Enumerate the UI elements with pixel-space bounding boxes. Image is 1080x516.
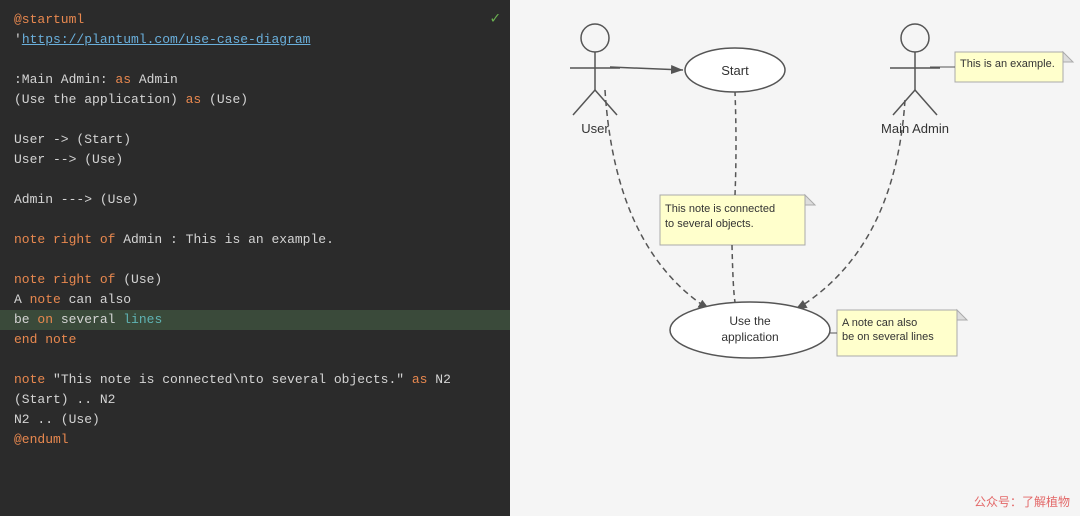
code-line [14, 210, 496, 230]
user-label: User [581, 121, 609, 136]
diagram-panel: User Main Admin Start Use (dashed, curve… [510, 0, 1080, 516]
code-line [14, 110, 496, 130]
code-editor[interactable]: ✓ @startuml'https://plantuml.com/use-cas… [0, 0, 510, 516]
code-line: @startuml [14, 10, 496, 30]
code-line: @enduml [14, 430, 496, 450]
check-icon: ✓ [490, 8, 500, 28]
code-line [14, 50, 496, 70]
code-line [14, 170, 496, 190]
code-content: @startuml'https://plantuml.com/use-case-… [14, 10, 496, 450]
code-line: :Main Admin: as Admin [14, 70, 496, 90]
code-line: A note can also [14, 290, 496, 310]
use-label-2: application [721, 330, 778, 344]
code-line: N2 .. (Use) [14, 410, 496, 430]
code-line: Admin ---> (Use) [14, 190, 496, 210]
note2-text-1: This note is connected [665, 203, 775, 215]
note3-text-2: be on several lines [842, 331, 934, 343]
note3-text-1: A note can also [842, 317, 917, 329]
code-line: note right of (Use) [14, 270, 496, 290]
code-line: User -> (Start) [14, 130, 496, 150]
admin-label: Main Admin [881, 121, 949, 136]
code-line: end note [14, 330, 496, 350]
watermark: 公众号：了解植物 [974, 493, 1070, 510]
use-label-1: Use the [729, 314, 771, 328]
code-line: be on several lines [0, 310, 510, 330]
note1-text: This is an example. [960, 58, 1055, 70]
start-label: Start [721, 63, 749, 78]
code-line [14, 250, 496, 270]
code-line: User --> (Use) [14, 150, 496, 170]
code-line: note right of Admin : This is an example… [14, 230, 496, 250]
code-line: note "This note is connected\nto several… [14, 370, 496, 390]
code-line: (Start) .. N2 [14, 390, 496, 410]
code-line: (Use the application) as (Use) [14, 90, 496, 110]
note2-text-2: to several objects. [665, 218, 754, 230]
code-line: 'https://plantuml.com/use-case-diagram [14, 30, 496, 50]
code-line [14, 350, 496, 370]
use-case-diagram: User Main Admin Start Use (dashed, curve… [510, 0, 1080, 516]
